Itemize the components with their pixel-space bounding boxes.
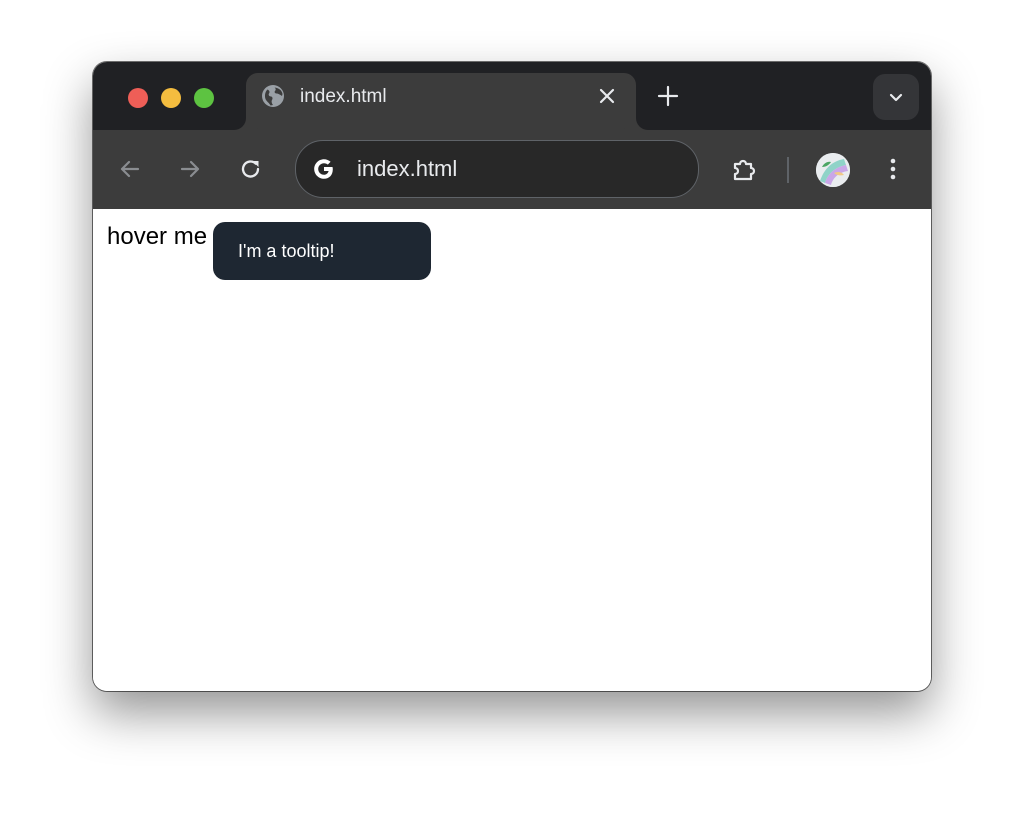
tooltip: I'm a tooltip! xyxy=(213,222,431,280)
browser-toolbar: index.html xyxy=(93,130,931,209)
page-content: hover me I'm a tooltip! xyxy=(93,209,931,691)
kebab-menu-icon[interactable] xyxy=(880,156,906,182)
tab-search-button[interactable] xyxy=(873,74,919,120)
avatar-image xyxy=(816,153,850,187)
chevron-down-icon xyxy=(889,93,903,102)
address-text: index.html xyxy=(357,156,458,181)
tooltip-text: I'm a tooltip! xyxy=(238,241,335,261)
profile-avatar[interactable] xyxy=(816,153,850,187)
hover-target[interactable]: hover me xyxy=(107,223,207,251)
close-icon[interactable] xyxy=(596,85,618,107)
tab-title: index.html xyxy=(300,86,387,107)
browser-window: index.html index.html hover me I'm a too… xyxy=(93,62,931,691)
arrow-right-icon[interactable] xyxy=(177,156,203,182)
tab-index-html[interactable]: index.html xyxy=(246,73,636,130)
puzzle-icon[interactable] xyxy=(730,155,758,183)
plus-icon[interactable] xyxy=(656,84,680,108)
minimize-window-button[interactable] xyxy=(161,88,181,108)
toolbar-separator xyxy=(787,157,789,183)
arrow-left-icon[interactable] xyxy=(117,156,143,182)
address-bar[interactable]: index.html xyxy=(295,140,699,198)
tab-strip: index.html xyxy=(93,62,931,130)
google-g-icon xyxy=(314,159,333,179)
maximize-window-button[interactable] xyxy=(194,88,214,108)
reload-icon[interactable] xyxy=(238,156,264,182)
globe-icon xyxy=(262,85,284,107)
close-window-button[interactable] xyxy=(128,88,148,108)
